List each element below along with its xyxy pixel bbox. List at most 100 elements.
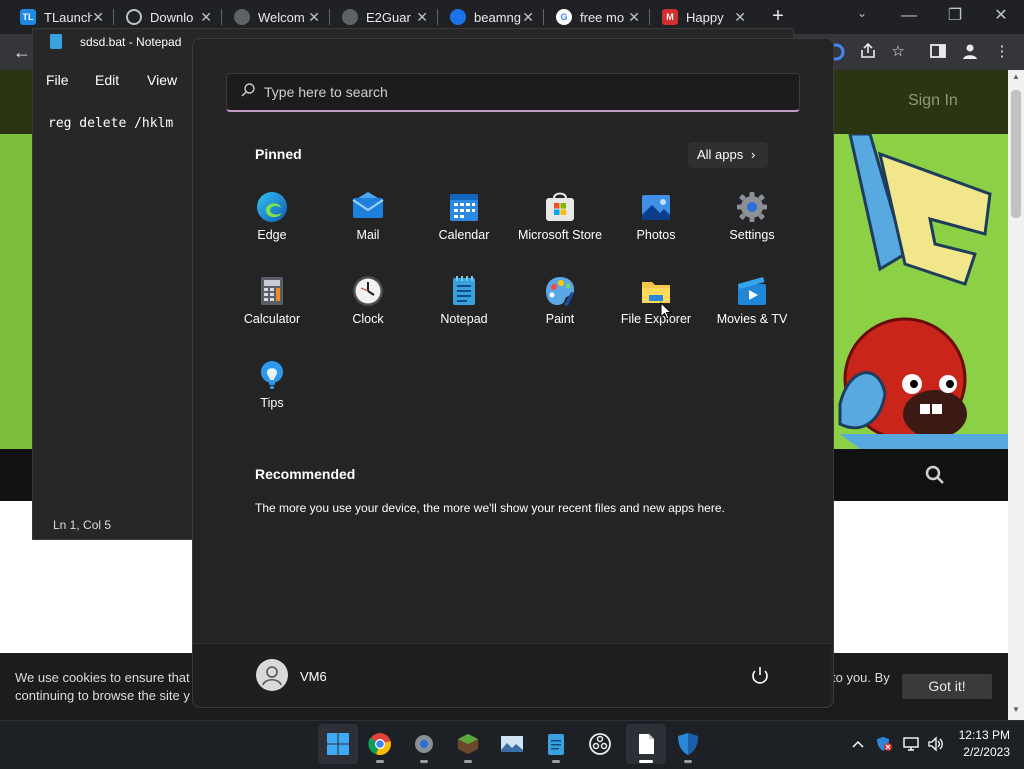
- taskbar-clock-time[interactable]: 12:13 PM: [950, 728, 1010, 742]
- all-apps-button[interactable]: All apps ›: [688, 142, 768, 168]
- taskbar-settings[interactable]: [404, 724, 444, 764]
- app-label: Calculator: [243, 312, 301, 326]
- globe-icon: [234, 9, 250, 25]
- user-avatar[interactable]: [256, 659, 288, 691]
- recommended-heading: Recommended: [255, 466, 356, 482]
- pinned-app-notepad[interactable]: Notepad: [416, 270, 512, 350]
- search-icon: [240, 82, 256, 98]
- cookie-text-line2: continuing to browse the site y: [15, 688, 190, 703]
- image-viewer-icon: [501, 736, 523, 752]
- taskbar-security[interactable]: [668, 724, 708, 764]
- tab-separator: [329, 9, 330, 25]
- pinned-app-calculator[interactable]: Calculator: [224, 270, 320, 350]
- taskbar-document[interactable]: [626, 724, 666, 764]
- close-icon[interactable]: ✕: [522, 9, 534, 26]
- tab-separator: [437, 9, 438, 25]
- pinned-app-photos[interactable]: Photos: [608, 186, 704, 266]
- clock-icon: [353, 276, 383, 306]
- chevron-right-icon: ›: [751, 147, 756, 162]
- pinned-app-tips[interactable]: Tips: [224, 354, 320, 434]
- sign-in-link[interactable]: Sign In: [908, 92, 958, 110]
- notepad-text-area[interactable]: reg delete /hklm: [48, 116, 173, 131]
- document-icon: [639, 734, 654, 754]
- window-close-icon[interactable]: ✕: [978, 0, 1024, 34]
- app-label: Photos: [636, 228, 676, 242]
- cookie-text-right: to you. By: [832, 670, 890, 685]
- app-label: Notepad: [440, 312, 488, 326]
- taskbar-minecraft[interactable]: [448, 724, 488, 764]
- scroll-down-arrow-icon[interactable]: ▼: [1008, 705, 1024, 717]
- cookie-accept-button[interactable]: Got it!: [902, 674, 992, 699]
- active-indicator: [639, 760, 653, 763]
- menu-file[interactable]: File: [46, 72, 69, 88]
- tab-search-icon[interactable]: ⌄: [852, 6, 872, 26]
- menu-edit[interactable]: Edit: [95, 72, 119, 88]
- scrollbar-thumb[interactable]: [1011, 90, 1021, 218]
- app-label: Clock: [352, 312, 384, 326]
- taskbar-notepad-app[interactable]: [536, 724, 576, 764]
- notepad-title: sdsd.bat - Notepad: [80, 35, 182, 49]
- side-panel-icon[interactable]: [928, 42, 948, 62]
- app-label: Paint: [545, 312, 575, 326]
- start-menu-footer: [193, 643, 831, 707]
- running-indicator: [684, 760, 692, 763]
- close-icon[interactable]: ✕: [308, 9, 320, 26]
- share-icon[interactable]: [858, 42, 878, 62]
- minimize-icon[interactable]: —: [886, 0, 932, 34]
- user-icon: [262, 666, 282, 686]
- close-icon[interactable]: ✕: [92, 9, 104, 26]
- defender-warning-icon[interactable]: [875, 736, 893, 752]
- tab-title: Welcom: [258, 9, 305, 25]
- pinned-app-paint[interactable]: Paint: [512, 270, 608, 350]
- close-icon[interactable]: ✕: [200, 9, 212, 26]
- close-icon[interactable]: ✕: [734, 9, 746, 26]
- tips-icon: [261, 361, 283, 389]
- pinned-app-edge[interactable]: Edge: [224, 186, 320, 266]
- bookmark-star-icon[interactable]: ☆: [888, 42, 908, 62]
- pinned-app-mail[interactable]: Mail: [320, 186, 416, 266]
- scroll-up-arrow-icon[interactable]: ▲: [1008, 72, 1024, 84]
- settings-icon: [415, 735, 433, 753]
- pinned-app-microsoft-store[interactable]: Microsoft Store: [512, 186, 608, 266]
- pinned-app-movies-tv[interactable]: Movies & TV: [704, 270, 800, 350]
- google-favicon-icon: G: [556, 9, 572, 25]
- calendar-icon: [450, 194, 478, 221]
- restore-icon[interactable]: ❐: [932, 0, 978, 34]
- start-search-input[interactable]: [262, 78, 786, 106]
- new-tab-button[interactable]: +: [766, 4, 790, 28]
- tab-separator: [113, 9, 114, 25]
- app-label: Movies & TV: [716, 312, 788, 326]
- search-icon[interactable]: [924, 464, 946, 486]
- more-menu-icon[interactable]: ⋮: [992, 42, 1012, 62]
- tab-title: beamng: [474, 9, 521, 25]
- taskbar-photo-app[interactable]: [492, 724, 532, 764]
- close-icon[interactable]: ✕: [416, 9, 428, 26]
- chevron-up-icon[interactable]: [850, 736, 868, 752]
- pinned-app-calendar[interactable]: Calendar: [416, 186, 512, 266]
- pinned-app-settings[interactable]: Settings: [704, 186, 800, 266]
- power-icon[interactable]: [748, 664, 772, 688]
- minecraft-icon: [458, 734, 478, 754]
- tab-title: Downlo: [150, 9, 194, 25]
- close-icon[interactable]: ✕: [628, 9, 640, 26]
- taskbar-start-button[interactable]: [318, 724, 358, 764]
- back-arrow-icon[interactable]: ←: [10, 40, 34, 64]
- user-name[interactable]: VM6: [300, 669, 327, 684]
- menu-view[interactable]: View: [147, 72, 177, 88]
- notepad-icon: [453, 276, 475, 305]
- network-icon[interactable]: [902, 736, 920, 752]
- taskbar-obs[interactable]: [580, 724, 620, 764]
- beamng-favicon-icon: [450, 9, 466, 25]
- obs-icon: [589, 733, 611, 755]
- taskbar-clock-date[interactable]: 2/2/2023: [950, 745, 1010, 759]
- profile-icon[interactable]: [960, 42, 980, 62]
- volume-icon[interactable]: [927, 736, 945, 752]
- app-label: Mail: [356, 228, 380, 242]
- taskbar-chrome[interactable]: [360, 724, 400, 764]
- app-label: Settings: [729, 228, 775, 242]
- app-label: Calendar: [438, 228, 490, 242]
- notepad-status-position: Ln 1, Col 5: [53, 518, 112, 532]
- running-indicator: [376, 760, 384, 763]
- pinned-app-clock[interactable]: Clock: [320, 270, 416, 350]
- pinned-app-file-explorer[interactable]: File Explorer: [608, 270, 704, 350]
